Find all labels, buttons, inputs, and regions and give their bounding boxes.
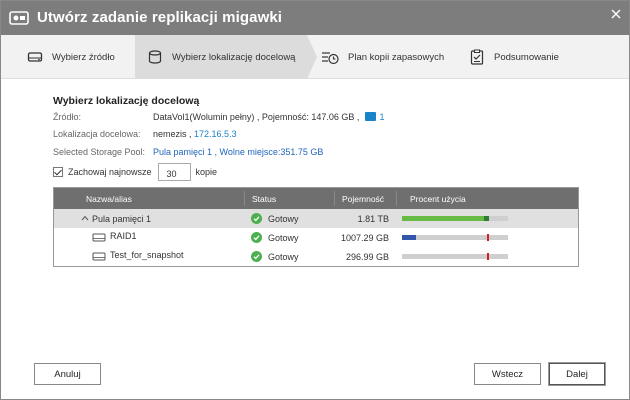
pool-value: Pula pamięci 1 , Wolne miejsce:351.75 GB: [153, 147, 324, 157]
step-label: Wybierz lokalizację docelową: [172, 51, 296, 63]
row-name: Pula pamięci 1: [92, 214, 152, 224]
row-capacity: 1007.29 GB: [340, 233, 389, 243]
keep-copies-row: Zachowaj najnowsze kopie: [53, 163, 217, 181]
source-label: Źródło:: [53, 112, 82, 122]
row-capacity: 296.99 GB: [345, 252, 389, 262]
target-value: nemezis , 172.16.5.3: [153, 129, 237, 139]
keep-suffix: kopie: [195, 167, 218, 177]
storage-table: Nazwa/alias Status Pojemność Procent uży…: [53, 187, 579, 267]
keep-label: Zachowaj najnowsze: [68, 167, 152, 177]
step-summary: Podsumowanie: [467, 35, 607, 79]
usage-bar-mark: [487, 253, 489, 260]
usage-bar-fill: [402, 216, 489, 221]
dialog-title: Utwórz zadanie replikacji migawki: [37, 9, 283, 26]
source-badge: 1: [379, 112, 385, 122]
drive-icon: [92, 233, 106, 242]
keep-latest-checkbox[interactable]: [53, 167, 63, 177]
row-status: Gotowy: [268, 233, 299, 243]
row-capacity: 1.81 TB: [357, 214, 389, 224]
step-backup-schedule: Plan kopii zapasowych: [317, 35, 461, 79]
back-button[interactable]: Wstecz: [474, 363, 541, 385]
usage-bar: [402, 234, 508, 241]
keep-count-input[interactable]: [157, 163, 191, 181]
usage-bar: [402, 253, 508, 260]
check-circle-icon: [251, 251, 262, 262]
table-row[interactable]: Test_for_snapshot Gotowy 296.99 GB: [54, 247, 578, 266]
volume-icon: [365, 112, 377, 121]
target-label: Lokalizacja docelowa:: [53, 129, 141, 139]
col-capacity[interactable]: Pojemność: [342, 194, 384, 204]
close-icon[interactable]: [609, 7, 623, 21]
row-status: Gotowy: [268, 214, 299, 224]
usage-bar-mark: [484, 216, 489, 221]
clipboard-icon: [470, 49, 484, 65]
step-label: Wybierz źródło: [52, 51, 115, 63]
col-usage[interactable]: Procent użycia: [410, 194, 466, 204]
row-name: RAID1: [110, 231, 137, 241]
step-select-destination: Wybierz lokalizację docelową: [135, 35, 307, 79]
table-row[interactable]: RAID1 Gotowy 1007.29 GB: [54, 228, 578, 247]
cancel-button[interactable]: Anuluj: [34, 363, 101, 385]
snapshot-replication-icon: [9, 11, 29, 25]
title-bar: Utwórz zadanie replikacji migawki: [1, 1, 629, 35]
step-label: Plan kopii zapasowych: [348, 51, 445, 63]
col-name[interactable]: Nazwa/alias: [86, 194, 132, 204]
usage-bar: [402, 216, 508, 221]
drive-icon: [27, 52, 43, 62]
step-select-source: Wybierz źródło: [1, 35, 135, 79]
step-arrow: [307, 35, 317, 79]
step-label: Podsumowanie: [494, 51, 559, 63]
table-header: Nazwa/alias Status Pojemność Procent uży…: [54, 188, 578, 209]
chevron-up-icon[interactable]: [81, 215, 89, 221]
schedule-icon: [322, 52, 339, 65]
row-name: Test_for_snapshot: [110, 250, 184, 260]
section-title: Wybierz lokalizację docelową: [53, 95, 200, 107]
usage-bar-mark: [487, 234, 489, 241]
target-host: nemezis ,: [153, 129, 192, 139]
drive-icon: [92, 252, 106, 261]
next-button[interactable]: Dalej: [549, 363, 605, 385]
replication-dialog: Utwórz zadanie replikacji migawki Wybier…: [0, 0, 630, 400]
table-row[interactable]: Pula pamięci 1 Gotowy 1.81 TB: [54, 209, 578, 228]
wizard-steps: Wybierz źródło Wybierz lokalizację docel…: [1, 35, 629, 79]
target-ip: 172.16.5.3: [194, 129, 237, 139]
pool-label: Selected Storage Pool:: [53, 147, 146, 157]
check-circle-icon: [251, 232, 262, 243]
usage-bar-fill: [402, 235, 416, 240]
source-text: DataVol1(Wolumin pełny) , Pojemność: 147…: [153, 112, 360, 122]
source-value: DataVol1(Wolumin pełny) , Pojemność: 147…: [153, 112, 384, 122]
database-icon: [148, 50, 162, 64]
row-status: Gotowy: [268, 252, 299, 262]
check-circle-icon: [251, 213, 262, 224]
col-status[interactable]: Status: [252, 194, 276, 204]
